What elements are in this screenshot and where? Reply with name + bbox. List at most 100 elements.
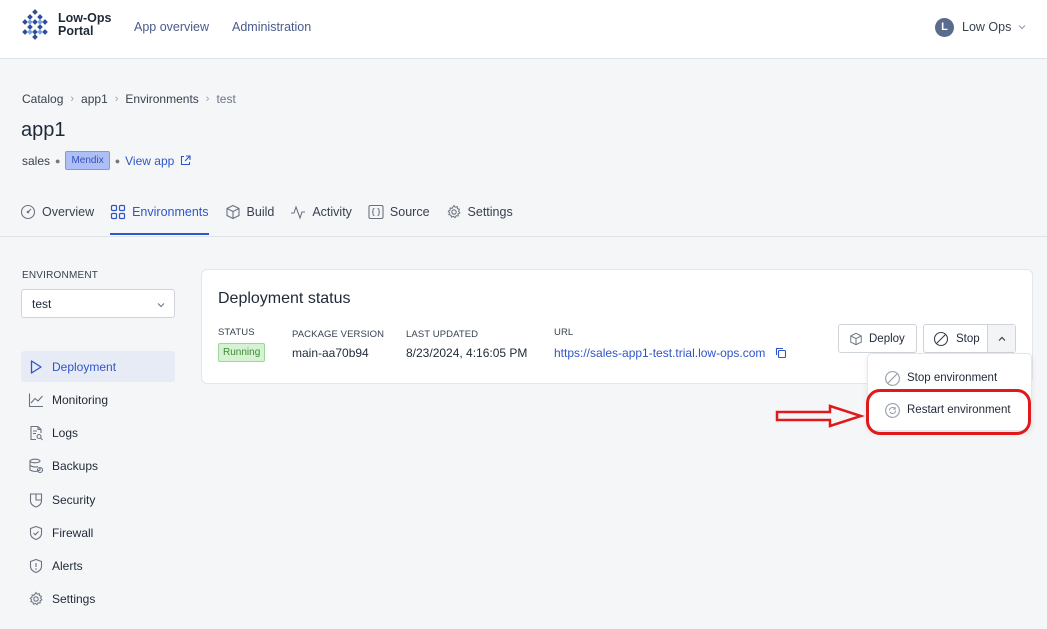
last-updated-label: LAST UPDATED <box>406 329 479 340</box>
tab-label: Environments <box>132 205 209 219</box>
sidebar-item-label: Monitoring <box>52 392 109 407</box>
last-updated-value: 8/23/2024, 4:16:05 PM <box>406 346 528 360</box>
gear-icon <box>29 591 43 605</box>
sidebar-item-label: Logs <box>52 425 79 440</box>
box-icon <box>225 204 240 220</box>
annotation-arrow-icon <box>775 404 865 428</box>
sidebar-item-label: Firewall <box>52 525 94 540</box>
breadcrumb-environments[interactable]: Environments <box>125 92 198 106</box>
breadcrumb-app1[interactable]: app1 <box>81 92 108 106</box>
chevron-down-icon <box>157 303 165 308</box>
user-menu[interactable]: L Low Ops <box>935 17 1027 37</box>
sidebar-item-firewall[interactable]: Firewall <box>21 517 175 548</box>
play-icon <box>30 359 42 374</box>
dashboard-icon <box>20 204 36 220</box>
nav-administration[interactable]: Administration <box>232 20 311 34</box>
url-label: URL <box>554 327 574 338</box>
stop-split-button: Stop <box>923 324 1016 353</box>
nav-app-overview[interactable]: App overview <box>134 20 209 34</box>
tab-label: Source <box>389 205 430 219</box>
page-header: Catalog › app1 › Environments › test app… <box>0 59 1047 237</box>
sidebar-item-deployment[interactable]: Deployment <box>21 351 175 382</box>
menu-item-label: Stop environment <box>907 372 998 384</box>
brand-line2: Portal <box>58 24 94 38</box>
deploy-button[interactable]: Deploy <box>838 324 917 353</box>
activity-icon <box>291 205 306 220</box>
environment-label: ENVIRONMENT <box>22 270 99 281</box>
sidebar-item-backups[interactable]: Backups <box>21 450 175 481</box>
alert-shield-icon <box>29 558 43 573</box>
app-meta: sales ● Mendix ● View app <box>22 151 191 170</box>
breadcrumb-current: test <box>216 92 236 106</box>
top-navbar: Low-Ops Portal App overview Administrati… <box>0 0 1047 59</box>
menu-item-stop-environment[interactable]: Stop environment <box>868 364 1033 392</box>
stop-circle-icon <box>933 331 949 346</box>
user-name: Low Ops <box>962 20 1012 34</box>
card-title: Deployment status <box>218 290 351 307</box>
tab-label: Settings <box>467 205 513 219</box>
external-link-icon <box>181 155 191 166</box>
breadcrumb-separator-icon: › <box>70 93 75 105</box>
platform-badge: Mendix <box>65 151 110 170</box>
status-label: STATUS <box>218 327 255 338</box>
sidebar-item-alerts[interactable]: Alerts <box>21 550 175 581</box>
environment-select-value: test <box>32 296 52 311</box>
breadcrumb-catalog[interactable]: Catalog <box>22 92 63 106</box>
package-version-label: PACKAGE VERSION <box>292 329 385 340</box>
status-badge: Running <box>218 343 266 362</box>
tab-activity[interactable]: Activity <box>290 200 352 224</box>
stop-circle-icon <box>885 370 900 386</box>
tab-label: Build <box>246 205 275 219</box>
tab-build[interactable]: Build <box>225 200 275 224</box>
chevron-up-icon <box>998 336 1005 341</box>
tab-label: Activity <box>312 205 352 219</box>
breadcrumb: Catalog › app1 › Environments › test <box>22 92 236 106</box>
code-braces-icon <box>368 204 384 220</box>
dot-separator: ● <box>55 155 61 166</box>
tab-settings[interactable]: Settings <box>446 200 513 224</box>
environment-url: https://sales-app1-test.trial.low-ops.co… <box>554 346 787 360</box>
stop-button-label: Stop <box>956 332 980 345</box>
sidebar-item-label: Alerts <box>52 558 83 573</box>
page-title: app1 <box>21 119 66 141</box>
portal-logo-icon[interactable] <box>20 9 50 41</box>
view-app-label: View app <box>125 153 175 168</box>
view-app-link[interactable]: View app <box>125 154 191 168</box>
tab-source[interactable]: Source <box>368 200 430 224</box>
sidebar-item-security[interactable]: Security <box>21 484 175 515</box>
sidebar-item-monitoring[interactable]: Monitoring <box>21 384 175 415</box>
team-name: sales <box>22 153 51 168</box>
chart-line-icon <box>28 393 43 407</box>
sidebar-item-logs[interactable]: Logs <box>21 417 175 448</box>
gear-icon <box>447 204 461 219</box>
dot-separator: ● <box>114 155 121 166</box>
copy-icon[interactable] <box>775 347 787 359</box>
tab-bar: Overview Environments Build Activity Sou… <box>20 200 529 237</box>
grid-icon <box>110 204 126 220</box>
breadcrumb-separator-icon: › <box>114 93 119 105</box>
shield-icon <box>29 492 43 508</box>
deploy-button-label: Deploy <box>869 332 905 345</box>
avatar: L <box>935 17 954 37</box>
stop-options-toggle[interactable] <box>988 325 1015 352</box>
chevron-down-icon <box>1018 25 1026 30</box>
tab-label: Overview <box>42 205 95 219</box>
sidebar-item-label: Security <box>52 492 96 507</box>
tab-environments[interactable]: Environments <box>110 200 209 235</box>
package-version-value: main-aa70b94 <box>292 346 369 360</box>
sidebar-item-settings[interactable]: Settings <box>21 583 175 614</box>
environment-url-link[interactable]: https://sales-app1-test.trial.low-ops.co… <box>554 346 765 360</box>
file-search-icon <box>30 425 43 440</box>
environment-select[interactable]: test <box>21 289 175 318</box>
tab-overview[interactable]: Overview <box>20 200 94 224</box>
sidebar-item-label: Backups <box>52 458 99 473</box>
box-icon <box>850 332 862 345</box>
annotation-highlight <box>866 389 1031 435</box>
sidebar-item-label: Settings <box>52 591 96 606</box>
database-icon <box>29 458 44 473</box>
breadcrumb-separator-icon: › <box>205 93 210 105</box>
brand-name[interactable]: Low-Ops Portal <box>58 12 118 38</box>
sidebar-item-label: Deployment <box>52 359 117 374</box>
stop-button[interactable]: Stop <box>924 325 988 352</box>
shield-check-icon <box>29 525 43 540</box>
